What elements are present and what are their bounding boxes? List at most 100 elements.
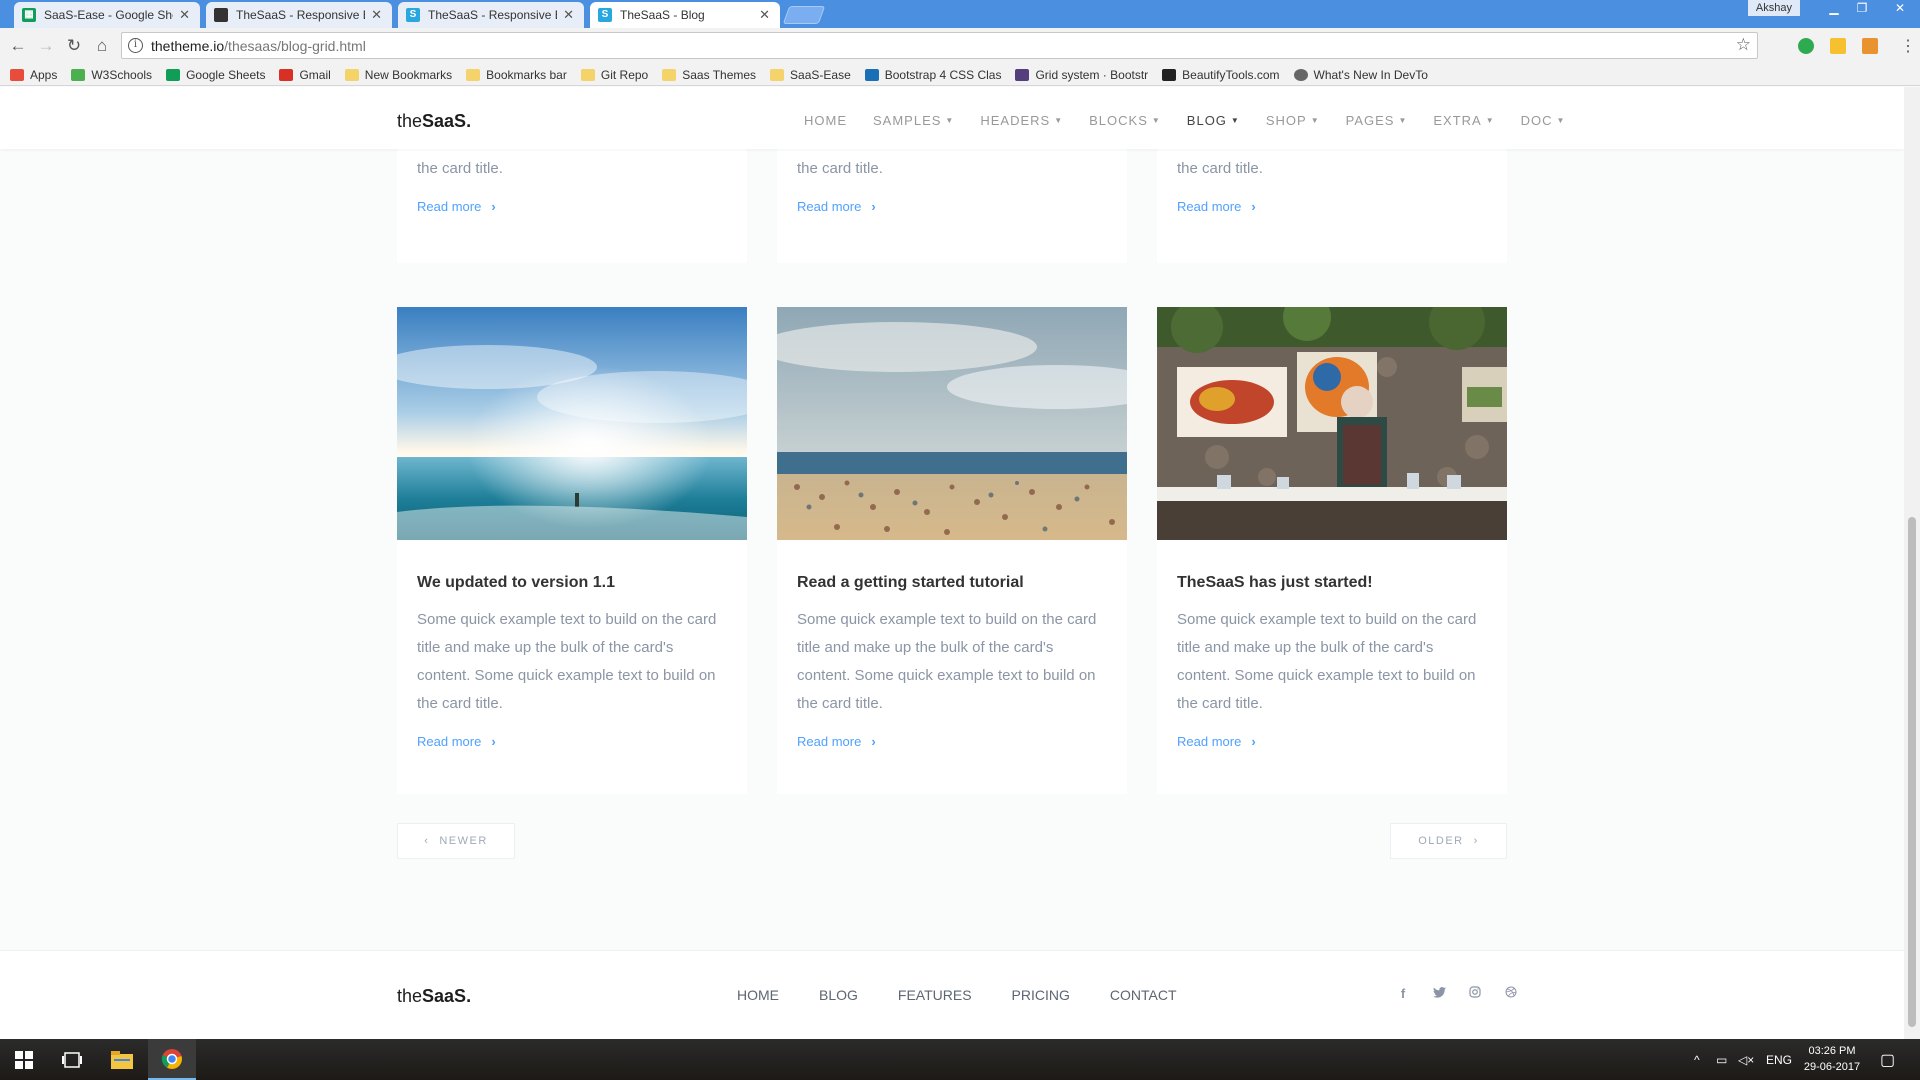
browser-tab[interactable]: TheSaaS - Responsive Bo ✕ (206, 2, 392, 28)
volume-icon[interactable]: ◁× (1738, 1039, 1754, 1080)
back-icon[interactable]: ← (8, 36, 28, 56)
nav-item-doc[interactable]: DOC ▼ (1521, 113, 1566, 128)
nav-item-headers[interactable]: HEADERS ▼ (980, 113, 1063, 128)
caret-down-icon: ▼ (1310, 116, 1320, 125)
crowded-beach-photo[interactable] (777, 307, 1127, 540)
browser-tab-active[interactable]: S TheSaaS - Blog ✕ (590, 2, 780, 28)
read-more-link[interactable]: Read more › (417, 734, 727, 749)
nav-item-samples[interactable]: SAMPLES ▼ (873, 113, 954, 128)
browser-tab[interactable]: ▦ SaaS-Ease - Google She ✕ (14, 2, 200, 28)
nav-item-home[interactable]: HOME (804, 113, 847, 128)
footer-link-blog[interactable]: BLOG (819, 987, 858, 1003)
newer-posts-button[interactable]: ‹ NEWER (397, 823, 515, 859)
bookmark-w3schools[interactable]: W3Schools (71, 68, 152, 82)
network-icon[interactable]: ▭ (1716, 1039, 1727, 1080)
bookmark-google-sheets[interactable]: Google Sheets (166, 68, 265, 82)
extension-star-icon[interactable] (1830, 38, 1846, 54)
site-logo[interactable]: theSaaS. (397, 111, 471, 132)
url-host: thetheme.io (151, 37, 225, 54)
bookmark-grid-system[interactable]: Grid system · Bootstr (1015, 68, 1148, 82)
nav-item-extra[interactable]: EXTRA ▼ (1433, 113, 1494, 128)
windows-start-icon[interactable] (0, 1039, 48, 1080)
footer-logo[interactable]: theSaaS. (397, 986, 471, 1007)
file-explorer-icon[interactable] (98, 1039, 146, 1080)
close-tab-icon[interactable]: ✕ (759, 7, 770, 23)
footer-link-pricing[interactable]: PRICING (1012, 987, 1070, 1003)
bootstrap-b-icon (1015, 68, 1030, 81)
bookmark-apps[interactable]: Apps (10, 68, 57, 82)
page-viewport: content. Some quick example text to buil… (0, 87, 1904, 1039)
older-posts-button[interactable]: OLDER › (1390, 823, 1507, 859)
read-more-link[interactable]: Read more › (797, 199, 1107, 214)
nav-item-pages[interactable]: PAGES ▼ (1346, 113, 1408, 128)
bookmark-star-icon[interactable]: ☆ (1736, 35, 1751, 55)
footer-link-home[interactable]: HOME (737, 987, 779, 1003)
ocean-sunrise-photo[interactable] (397, 307, 747, 540)
card-title[interactable]: TheSaaS has just started! (1177, 574, 1487, 592)
beautify-icon (1162, 68, 1177, 81)
extension-green-icon[interactable] (1798, 38, 1814, 54)
close-tab-icon[interactable]: ✕ (179, 7, 190, 23)
extension-tool-icon[interactable] (1862, 38, 1878, 54)
taskbar-clock[interactable]: 03:26 PM 29-06-2017 (1796, 1043, 1868, 1075)
minimize-icon[interactable]: ▁ (1820, 0, 1848, 16)
footer-link-contact[interactable]: CONTACT (1110, 987, 1177, 1003)
bookmark-bootstrap-css[interactable]: Bootstrap 4 CSS Clas (864, 68, 1001, 82)
folder-icon (662, 68, 677, 81)
card-excerpt: Some quick example text to build on the … (1177, 611, 1477, 712)
address-bar[interactable]: i thetheme.io /thesaas/blog-grid.html ☆ (121, 32, 1758, 59)
restore-icon[interactable]: ❐ (1848, 0, 1876, 16)
page-scrollbar[interactable] (1904, 87, 1920, 1039)
caret-down-icon: ▼ (1398, 116, 1408, 125)
profile-button[interactable]: Akshay (1747, 0, 1800, 16)
language-indicator[interactable]: ENG (1766, 1039, 1792, 1080)
nav-item-shop[interactable]: SHOP ▼ (1266, 113, 1320, 128)
home-icon[interactable]: ⌂ (92, 36, 112, 56)
site-nav: HOME SAMPLES ▼ HEADERS ▼ BLOCKS ▼ BLOG ▼ SHO… (804, 113, 1591, 128)
new-tab-button[interactable] (782, 6, 826, 24)
facebook-icon[interactable]: f (1385, 986, 1421, 1001)
forward-icon[interactable]: → (36, 36, 56, 56)
chevron-right-icon: › (871, 734, 876, 749)
bookmark-folder[interactable]: Git Repo (580, 68, 648, 82)
close-tab-icon[interactable]: ✕ (371, 7, 382, 23)
dribbble-icon[interactable] (1493, 986, 1529, 1001)
bookmark-beautifytools[interactable]: BeautifyTools.com (1162, 68, 1280, 82)
window-close-icon[interactable]: ✕ (1880, 0, 1920, 16)
caret-down-icon: ▼ (1151, 116, 1161, 125)
site-info-icon[interactable]: i (128, 38, 143, 53)
scrollbar-thumb[interactable] (1908, 517, 1916, 1027)
devtools-icon (1293, 68, 1308, 81)
social-links: f (1385, 986, 1529, 1001)
caret-down-icon: ▼ (1556, 116, 1566, 125)
browser-tab[interactable]: S TheSaaS - Responsive Bo ✕ (398, 2, 584, 28)
chrome-taskbar-icon[interactable] (148, 1039, 196, 1080)
task-view-icon[interactable] (48, 1039, 96, 1080)
card-title[interactable]: We updated to version 1.1 (417, 574, 727, 592)
action-center-icon[interactable]: ▢ (1880, 1039, 1895, 1080)
read-more-link[interactable]: Read more › (1177, 199, 1487, 214)
reload-icon[interactable]: ↻ (64, 36, 84, 56)
twitter-icon[interactable] (1421, 986, 1457, 1001)
card-title[interactable]: Read a getting started tutorial (797, 574, 1107, 592)
bookmark-folder[interactable]: Bookmarks bar (466, 68, 567, 82)
read-more-link[interactable]: Read more › (1177, 734, 1487, 749)
chevron-right-icon: › (491, 734, 496, 749)
bookmark-folder[interactable]: New Bookmarks (344, 68, 452, 82)
read-more-link[interactable]: Read more › (417, 199, 727, 214)
painter-at-work-photo[interactable] (1157, 307, 1507, 540)
tray-chevron-up-icon[interactable]: ^ (1694, 1039, 1700, 1080)
bookmark-folder[interactable]: SaaS-Ease (770, 68, 851, 82)
read-more-link[interactable]: Read more › (797, 734, 1107, 749)
bookmark-folder[interactable]: Saas Themes (662, 68, 756, 82)
nav-item-blog[interactable]: BLOG ▼ (1187, 113, 1240, 128)
site-footer: theSaaS. HOME BLOG FEATURES PRICING CONT… (0, 950, 1904, 1039)
instagram-icon[interactable] (1457, 986, 1493, 1001)
bookmark-devtools[interactable]: What's New In DevTo (1293, 68, 1428, 82)
footer-nav: HOME BLOG FEATURES PRICING CONTACT (737, 987, 1217, 1003)
footer-link-features[interactable]: FEATURES (898, 987, 972, 1003)
bookmark-gmail[interactable]: Gmail (279, 68, 331, 82)
close-tab-icon[interactable]: ✕ (563, 7, 574, 23)
nav-item-blocks[interactable]: BLOCKS ▼ (1089, 113, 1161, 128)
browser-menu-icon[interactable]: ⋮ (1900, 36, 1916, 56)
